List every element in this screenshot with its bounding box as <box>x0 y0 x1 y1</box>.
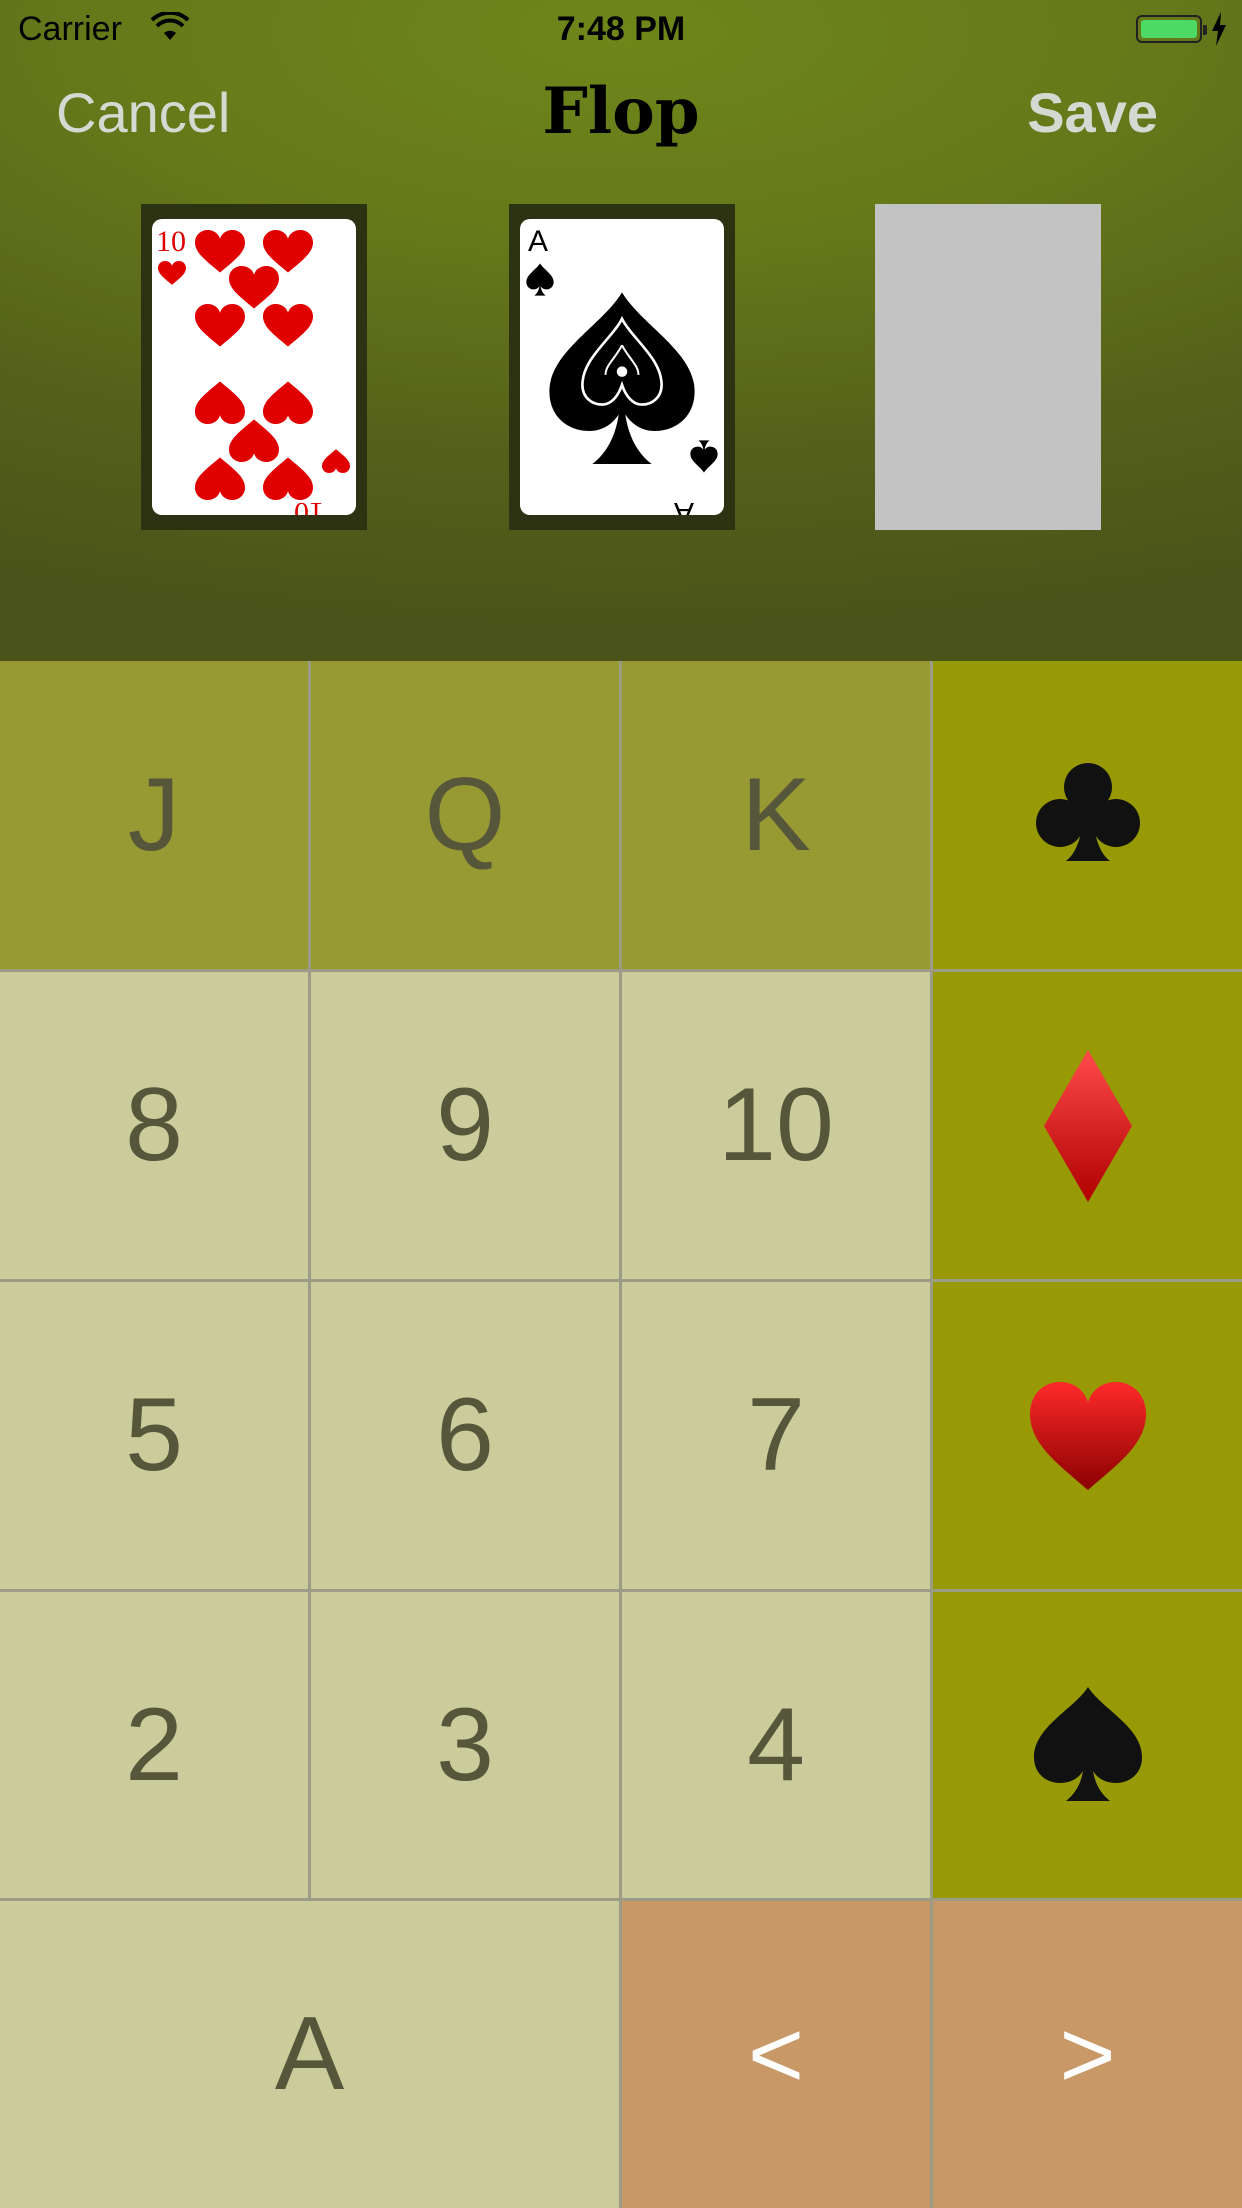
ace-of-spades-card: A A <box>520 219 724 515</box>
key-queen[interactable]: Q <box>311 661 622 972</box>
chevron-right-icon: > <box>1059 2000 1116 2108</box>
clock: 7:48 PM <box>556 10 686 48</box>
flop-card-1[interactable]: 10 10 <box>141 204 367 530</box>
flop-card-2[interactable]: A A <box>509 204 735 530</box>
previous-button[interactable]: < <box>622 1901 933 2208</box>
key-2[interactable]: 2 <box>0 1592 311 1901</box>
key-5[interactable]: 5 <box>0 1282 311 1592</box>
ten-of-hearts-face: 10 10 <box>156 225 350 515</box>
charging-icon <box>1212 12 1226 46</box>
key-ace[interactable]: A <box>0 1901 622 2208</box>
key-hearts[interactable] <box>933 1282 1242 1592</box>
key-8[interactable]: 8 <box>0 972 311 1282</box>
key-9[interactable]: 9 <box>311 972 622 1282</box>
key-king[interactable]: K <box>622 661 933 972</box>
key-4[interactable]: 4 <box>622 1592 933 1901</box>
key-3[interactable]: 3 <box>311 1592 622 1901</box>
table-felt-header: Carrier 7:48 PM Cancel Flop Save 10 10 A… <box>0 0 1242 661</box>
spade-icon <box>1033 1687 1142 1801</box>
heart-icon <box>1029 1381 1146 1490</box>
club-icon <box>1035 763 1140 861</box>
status-bar: Carrier 7:48 PM <box>0 0 1242 60</box>
next-button[interactable]: > <box>933 1901 1242 2208</box>
card-rank-top: A <box>528 225 548 258</box>
key-jack[interactable]: J <box>0 661 311 972</box>
key-6[interactable]: 6 <box>311 1282 622 1592</box>
flop-card-3-empty[interactable] <box>875 204 1101 530</box>
key-10[interactable]: 10 <box>622 972 933 1282</box>
card-rank-bottom: A <box>674 496 694 515</box>
card-rank-bottom: 10 <box>294 496 324 515</box>
save-button[interactable]: Save <box>1027 80 1158 145</box>
key-clubs[interactable] <box>933 661 1242 972</box>
ace-of-spades-face: A A <box>526 225 718 515</box>
card-rank-top: 10 <box>156 225 186 258</box>
ten-of-hearts-card: 10 10 <box>152 219 356 515</box>
key-7[interactable]: 7 <box>622 1282 933 1592</box>
battery-icon <box>1136 15 1207 43</box>
diamond-icon <box>1043 1049 1132 1202</box>
key-diamonds[interactable] <box>933 972 1242 1282</box>
chevron-left-icon: < <box>747 2000 805 2108</box>
key-spades[interactable] <box>933 1592 1242 1901</box>
